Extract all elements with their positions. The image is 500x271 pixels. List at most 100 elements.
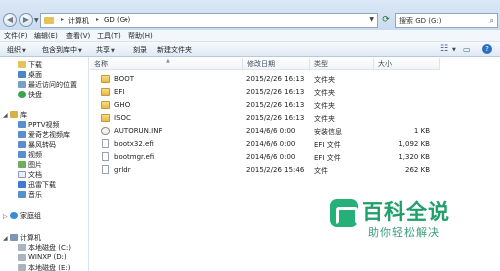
table-row[interactable]: bootmgr.efi 2014/6/6 0:00 EFI 文件 1,320 K…: [90, 151, 500, 164]
sidebar-item-label: 爱奇艺视频库: [28, 131, 70, 139]
sidebar-item-label: 桌面: [28, 71, 42, 79]
table-row[interactable]: AUTORUN.INF 2014/6/6 0:00 安装信息 1 KB: [90, 125, 500, 138]
file-type: EFI 文件: [314, 141, 341, 149]
organize-label: 组织: [7, 46, 21, 54]
sidebar-item-label: 库: [20, 111, 27, 119]
breadcrumb-separator[interactable]: ▸: [61, 16, 64, 23]
watermark-subtitle: 助你轻松解决: [368, 226, 440, 239]
thunder-icon: [18, 181, 26, 188]
file-type: 安装信息: [314, 128, 342, 136]
file-date: 2015/2/26 16:13: [246, 75, 305, 83]
file-date: 2015/2/26 16:13: [246, 101, 305, 109]
file-date: 2014/6/6 0:00: [246, 127, 296, 135]
folder-icon: [101, 88, 110, 96]
drive-icon: [18, 244, 26, 251]
search-icon[interactable]: ⌕: [490, 16, 494, 26]
menu-file[interactable]: 文件(F): [4, 31, 28, 41]
sidebar-item-label: 视频: [28, 151, 42, 159]
collapse-computer-icon[interactable]: ◢: [3, 235, 8, 242]
navigation-pane: 下载 桌面 最近访问的位置 快盘 ◢ 库 PPTV视频 爱奇艺视频库 暴风转码 …: [0, 57, 89, 271]
sort-ascending-icon: ▲: [166, 58, 170, 64]
file-name: EFI: [114, 88, 125, 96]
table-row[interactable]: GHO 2015/2/26 16:13 文件夹: [90, 99, 500, 112]
file-name: GHO: [114, 101, 131, 109]
breadcrumb-computer[interactable]: 计算机: [68, 16, 89, 26]
burn-button[interactable]: 刻录: [133, 45, 147, 55]
menu-edit[interactable]: 编辑(E): [34, 31, 58, 41]
download-folder-icon: [18, 61, 26, 68]
table-row[interactable]: BOOT 2015/2/26 16:13 文件夹: [90, 73, 500, 86]
expand-homegroup-icon[interactable]: ▷: [3, 213, 8, 220]
column-header-size[interactable]: 大小: [374, 58, 440, 70]
table-row[interactable]: bootx32.efi 2014/6/6 0:00 EFI 文件 1,092 K…: [90, 138, 500, 151]
chevron-down-icon[interactable]: ▼: [452, 47, 456, 53]
search-input[interactable]: 搜索 GD (G:) ⌕: [395, 13, 498, 28]
sidebar-item-label: 快盘: [28, 91, 42, 99]
address-history-dropdown-icon[interactable]: ▼: [369, 16, 374, 23]
menu-help[interactable]: 帮助(H): [128, 31, 153, 41]
table-row[interactable]: grldr 2015/2/26 15:46 文件 262 KB: [90, 164, 500, 177]
new-folder-button[interactable]: 新建文件夹: [157, 45, 192, 55]
file-icon: [102, 165, 109, 174]
recent-pages-dropdown-icon[interactable]: ▼: [34, 17, 39, 24]
sidebar-item-label: WINXP (D:): [28, 253, 67, 261]
command-bar: 组织▼ 包含到库中▼ 共享▼ 刻录 新建文件夹 ☷ ▼ ▭ ?: [0, 42, 500, 57]
column-header-label: 名称: [94, 60, 108, 68]
organize-button[interactable]: 组织▼: [7, 45, 26, 55]
breadcrumb-separator[interactable]: ▸: [125, 16, 128, 23]
drive-icon: [18, 254, 26, 261]
table-row[interactable]: ISOC 2015/2/26 16:13 文件夹: [90, 112, 500, 125]
video-library-icon: [18, 131, 26, 138]
column-header-type[interactable]: 类型: [310, 58, 374, 70]
sidebar-item-label: 最近访问的位置: [28, 81, 77, 89]
chevron-down-icon: ▼: [78, 48, 82, 54]
collapse-libraries-icon[interactable]: ◢: [3, 112, 8, 119]
column-header-name[interactable]: ▲ 名称: [90, 58, 243, 70]
view-options-icon[interactable]: ☷: [440, 44, 448, 54]
table-row[interactable]: EFI 2015/2/26 16:13 文件夹: [90, 86, 500, 99]
file-size: 1,092 KB: [398, 140, 430, 148]
menu-tools[interactable]: 工具(T): [97, 31, 121, 41]
file-date: 2015/2/26 16:13: [246, 88, 305, 96]
sidebar-item-label: 计算机: [20, 234, 41, 242]
search-placeholder: 搜索 GD (G:): [399, 17, 442, 25]
sidebar-item-label: 本地磁盘 (C:): [28, 244, 71, 252]
menu-view[interactable]: 查看(V): [66, 31, 90, 41]
back-arrow-icon[interactable]: ◀: [3, 13, 17, 27]
file-date: 2015/2/26 16:13: [246, 114, 305, 122]
file-name: ISOC: [114, 114, 131, 122]
watermark-title: 百科全说: [362, 200, 450, 224]
computer-icon: [10, 234, 18, 241]
settings-file-icon: [101, 127, 110, 135]
file-size: 1,320 KB: [398, 153, 430, 161]
file-type: EFI 文件: [314, 154, 341, 162]
video-library-icon: [18, 121, 26, 128]
drive-icon: [18, 264, 26, 271]
refresh-icon[interactable]: ⟳: [380, 13, 392, 28]
address-toolbar: ◀ ▶ ▼ ▸ 计算机 ▸ GD (G:) ▸ ▼ ⟳ 搜索 GD (G:) ⌕: [0, 0, 500, 30]
sidebar-item-label: 暴风转码: [28, 141, 56, 149]
sidebar-item-label: PPTV视频: [28, 121, 60, 129]
include-in-library-button[interactable]: 包含到库中▼: [42, 45, 82, 55]
file-size: 1 KB: [413, 127, 430, 135]
watermark-logo: 百科全说 助你轻松解决: [330, 196, 490, 246]
share-label: 共享: [96, 46, 110, 54]
file-date: 2014/6/6 0:00: [246, 153, 296, 161]
file-name: bootx32.efi: [114, 140, 154, 148]
column-header-date[interactable]: 修改日期: [243, 58, 310, 70]
file-type: 文件夹: [314, 76, 335, 84]
folder-icon: [101, 114, 110, 122]
help-icon[interactable]: ?: [482, 44, 492, 54]
share-button[interactable]: 共享▼: [96, 45, 115, 55]
file-type: 文件: [314, 167, 328, 175]
sidebar-item-label: 本地磁盘 (E:): [28, 264, 71, 271]
preview-pane-icon[interactable]: ▭: [463, 45, 471, 54]
sidebar-item-label: 文档: [28, 171, 42, 179]
breadcrumb-separator[interactable]: ▸: [96, 16, 99, 23]
address-bar[interactable]: ▸ 计算机 ▸ GD (G:) ▸ ▼: [40, 13, 378, 28]
sidebar-item-label: 图片: [28, 161, 42, 169]
homegroup-icon: [10, 212, 18, 219]
forward-arrow-icon[interactable]: ▶: [19, 13, 33, 27]
drive-icon: [44, 17, 54, 24]
file-type: 文件夹: [314, 102, 335, 110]
